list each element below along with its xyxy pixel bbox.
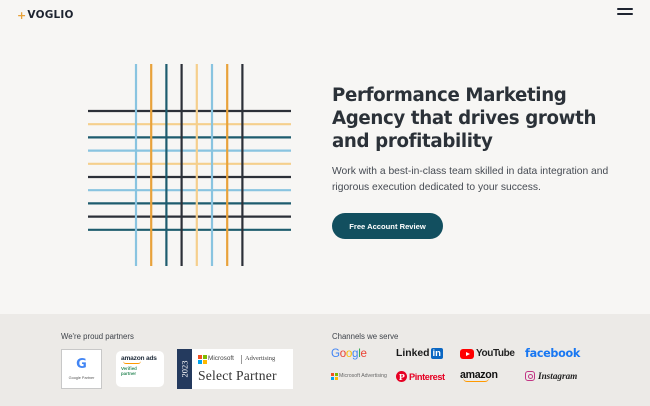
channel-linkedin: Linked in <box>396 348 443 359</box>
youtube-text: YouTube <box>476 348 515 359</box>
hero-title: Performance Marketing Agency that drives… <box>332 85 597 152</box>
site-header: + VOGLIO <box>0 0 650 30</box>
channel-pinterest: P Pinterest <box>396 371 445 382</box>
channel-facebook: facebook <box>525 347 581 360</box>
google-g-icon: G <box>76 357 87 372</box>
amazon-ads-partner: partner <box>121 371 137 376</box>
partners-label: We're proud partners <box>61 332 134 341</box>
channel-instagram: Instagram <box>525 371 577 381</box>
voglio-logo[interactable]: + VOGLIO <box>17 9 74 21</box>
hero-text-block: Performance Marketing Agency that drives… <box>332 84 622 195</box>
microsoft-select-partner-badge: 2023 Microsoft Advertising Select Partne… <box>177 349 293 389</box>
ms-advertising: Advertising <box>245 355 276 362</box>
google-partner-badge: G Google Partner <box>61 349 102 389</box>
channel-amazon: amazon <box>460 369 498 382</box>
linkedin-text: Linked <box>396 348 430 359</box>
channel-microsoft-advertising: Microsoft Advertising <box>331 373 387 380</box>
grid-lines-illustration <box>88 64 291 266</box>
hero-subtitle: Work with a best-in-class team skilled i… <box>332 166 609 193</box>
channel-google: Google <box>331 347 367 360</box>
channels-label: Channels we serve <box>332 332 399 341</box>
pinterest-text: Pinterest <box>409 371 445 382</box>
microsoft-small-logo-icon <box>331 373 338 380</box>
ms-divider <box>241 355 242 364</box>
free-account-review-button[interactable]: Free Account Review <box>332 213 443 239</box>
instagram-camera-icon <box>525 371 535 381</box>
hamburger-menu-icon[interactable] <box>617 8 633 20</box>
ms-year-strip: 2023 <box>177 349 192 389</box>
logo-text: VOGLIO <box>27 9 74 21</box>
ms-select-partner: Select Partner <box>198 368 277 383</box>
microsoft-logo-icon <box>198 355 207 364</box>
amazon-ads-title: amazon ads <box>121 355 157 362</box>
ms-year: 2023 <box>179 360 190 378</box>
linkedin-in-icon: in <box>430 348 443 359</box>
ms-name: Microsoft <box>208 355 234 362</box>
instagram-text: Instagram <box>538 371 578 381</box>
pinterest-p-icon: P <box>396 371 407 382</box>
amazon-ads-verified-badge: amazon ads Verified partner <box>116 351 164 387</box>
amazon-smile-arrow-icon <box>463 378 489 382</box>
channel-youtube: YouTube <box>460 348 515 359</box>
ms-advertising-text: Microsoft Advertising <box>339 373 387 379</box>
youtube-play-icon <box>460 348 474 359</box>
google-partner-caption: Google Partner <box>68 376 95 380</box>
logo-plus-icon: + <box>17 8 27 22</box>
